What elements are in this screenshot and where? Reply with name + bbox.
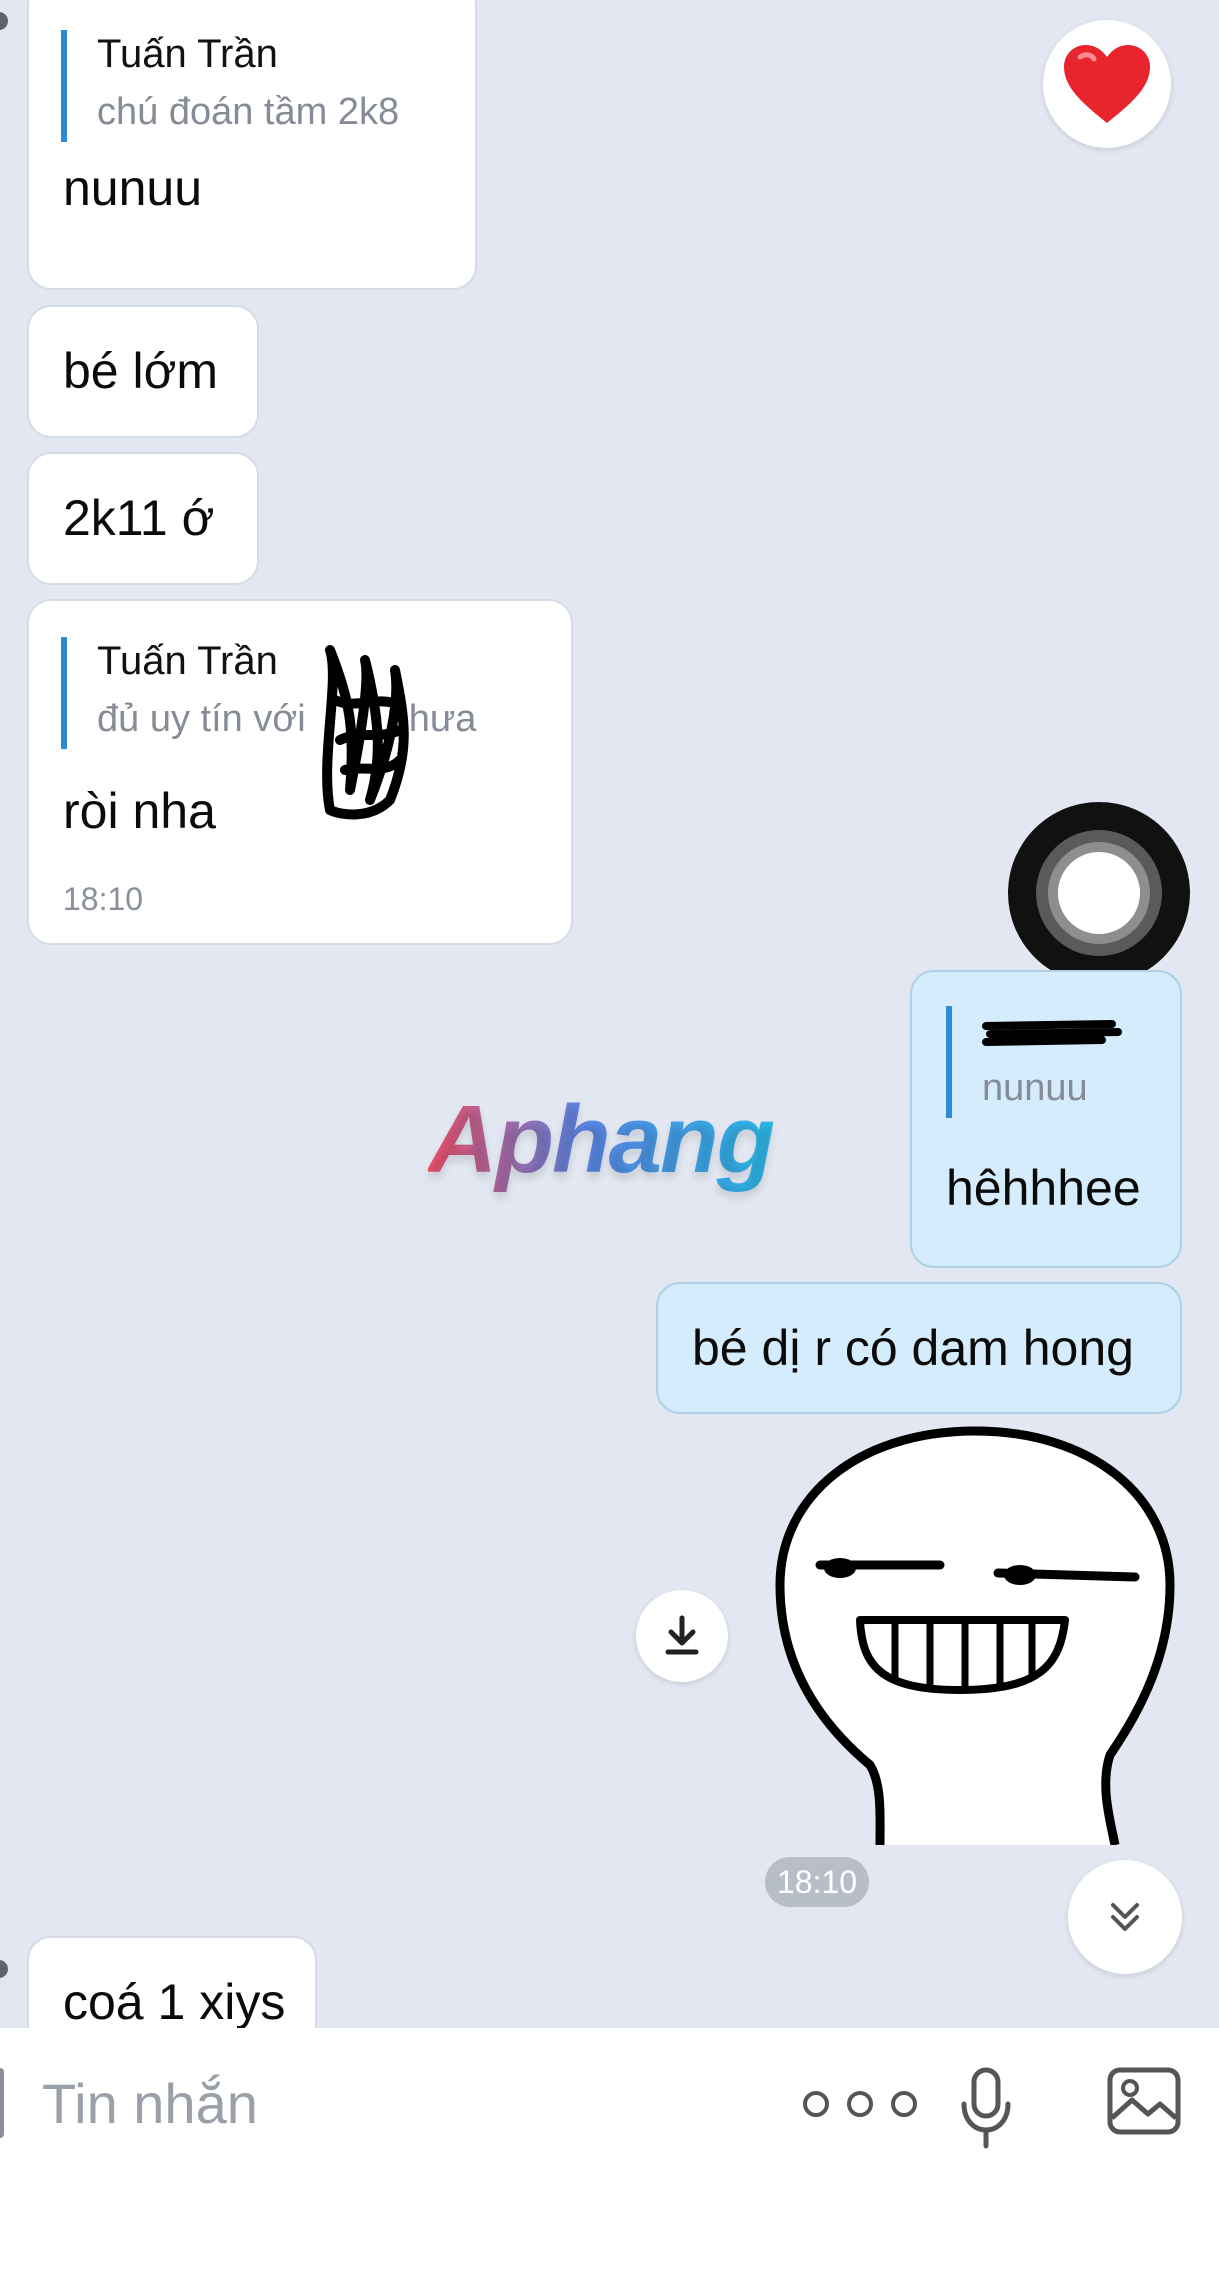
voice-button[interactable] — [958, 2066, 1014, 2150]
message-time: 18:10 — [63, 881, 144, 917]
reply-quote[interactable]: nunuu — [946, 1006, 1122, 1118]
composer-bar: Tin nhắn — [0, 2028, 1219, 2274]
assistive-touch-button[interactable] — [1008, 802, 1190, 984]
message-bubble-incoming[interactable]: bé lớm — [27, 305, 259, 438]
download-button[interactable] — [636, 1590, 728, 1682]
quote-text: đủ uy tín với — [97, 698, 306, 740]
redaction-mark — [982, 1020, 1122, 1046]
image-button[interactable] — [1106, 2066, 1182, 2136]
chat-area[interactable]: Tuấn Trần chú đoán tầm 2k8 nunuu bé lớm … — [0, 0, 1219, 2028]
message-text: coá 1 xiys — [63, 1974, 286, 2028]
message-text: bé lớm — [63, 343, 219, 399]
message-bubble-incoming[interactable]: coá 1 xiys — [27, 1936, 317, 2028]
more-button[interactable] — [800, 2082, 920, 2126]
heart-icon — [1064, 45, 1150, 123]
message-text: 2k11 ớ — [63, 490, 215, 546]
message-bubble-incoming[interactable]: Tuấn Trần chú đoán tầm 2k8 nunuu — [27, 0, 477, 290]
message-text: hêhhhee — [946, 1160, 1141, 1216]
quote-text: nunuu — [982, 1067, 1088, 1109]
scroll-to-bottom-button[interactable] — [1068, 1860, 1182, 1974]
message-bubble-incoming[interactable]: Tuấn Trần đủ uy tín với chưa ròi nha 18:1… — [27, 599, 573, 945]
message-bubble-incoming[interactable]: 2k11 ớ — [27, 452, 259, 585]
chevrons-down-icon — [1111, 1903, 1139, 1931]
message-text: bé dị r có dam hong — [692, 1320, 1134, 1376]
message-bubble-outgoing[interactable]: bé dị r có dam hong — [656, 1282, 1182, 1414]
emoji-button-edge[interactable] — [0, 2068, 4, 2138]
reply-quote[interactable]: Tuấn Trần chú đoán tầm 2k8 — [61, 30, 399, 142]
quote-sender: Tuấn Trần — [97, 32, 278, 76]
download-icon — [665, 1615, 699, 1655]
image-icon — [1107, 2067, 1181, 2135]
message-input[interactable]: Tin nhắn — [42, 2068, 258, 2140]
message-time-pill: 18:10 — [765, 1857, 869, 1907]
message-text: nunuu — [63, 160, 203, 216]
avatar[interactable] — [0, 1960, 8, 1978]
avatar[interactable] — [0, 12, 8, 30]
reaction-button[interactable] — [1043, 20, 1171, 148]
message-bubble-outgoing[interactable]: nunuu hêhhhee — [910, 970, 1182, 1268]
quote-text: chú đoán tầm 2k8 — [97, 91, 400, 133]
more-icon — [803, 2091, 917, 2117]
assistive-touch-icon — [1058, 852, 1140, 934]
message-text: ròi nha — [63, 783, 216, 839]
microphone-icon — [961, 2067, 1011, 2149]
quote-sender-redacted — [982, 1006, 1122, 1054]
scribble-redaction — [322, 645, 409, 820]
watermark: Aphang — [428, 1086, 775, 1193]
sticker-grinning-face[interactable] — [770, 1425, 1180, 1845]
